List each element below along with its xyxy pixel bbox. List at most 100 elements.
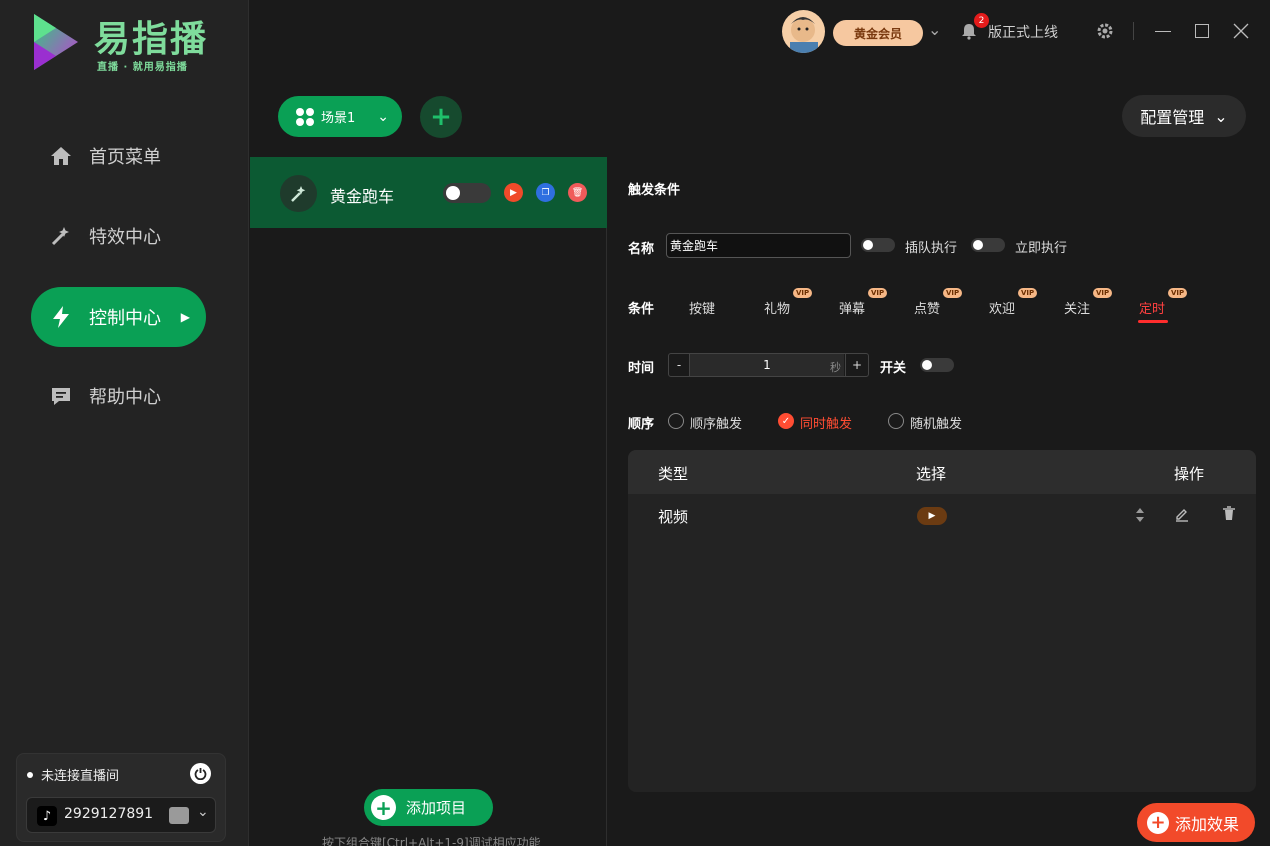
config-management-button[interactable]: 配置管理 ⌄ <box>1122 95 1246 137</box>
radio-label: 随机触发 <box>910 417 963 432</box>
tab-like[interactable]: 点赞 <box>914 298 940 317</box>
close-button[interactable] <box>1232 22 1250 40</box>
radio-sequential[interactable] <box>668 413 684 429</box>
tab-key[interactable]: 按键 <box>689 298 715 317</box>
plus-icon: + <box>371 795 396 820</box>
connection-panel: 未连接直播间 ♪ 2929127891 ⌄ <box>16 753 226 842</box>
magic-wand-icon <box>280 175 317 212</box>
member-badge[interactable]: 黄金会员 <box>833 20 923 46</box>
radio-label: 同时触发 <box>800 417 853 432</box>
time-label: 时间 <box>628 361 655 376</box>
sort-icon[interactable] <box>1134 506 1146 528</box>
plus-icon: + <box>1147 811 1169 834</box>
immediate-label: 立即执行 <box>1015 241 1068 256</box>
gear-icon[interactable] <box>1096 22 1114 40</box>
sidebar-item-effects[interactable]: 特效中心 <box>31 206 206 266</box>
queue-toggle[interactable] <box>861 238 895 252</box>
sidebar-item-label: 控制中心 <box>89 308 161 329</box>
power-icon <box>194 768 207 780</box>
tab-gift[interactable]: 礼物 <box>764 298 790 317</box>
maximize-button[interactable] <box>1195 24 1209 38</box>
add-item-button[interactable]: + 添加项目 <box>364 789 493 826</box>
name-label: 名称 <box>628 242 655 257</box>
switch-label: 开关 <box>880 361 907 376</box>
magic-wand-icon <box>49 224 73 248</box>
sidebar-item-label: 特效中心 <box>89 227 161 248</box>
scene-label: 场景1 <box>321 111 356 126</box>
trash-icon[interactable] <box>1221 505 1237 525</box>
tab-timer[interactable]: 定时 <box>1139 298 1165 317</box>
account-id: 2929127891 <box>64 806 154 822</box>
chevron-down-icon[interactable]: ⌄ <box>928 20 941 39</box>
sidebar-item-home[interactable]: 首页菜单 <box>31 126 206 186</box>
tab-welcome[interactable]: 欢迎 <box>989 298 1015 317</box>
minimize-button[interactable] <box>1155 31 1171 32</box>
time-input[interactable]: 1 <box>690 354 844 376</box>
chevron-down-icon: ⌄ <box>197 804 209 820</box>
vip-tag: VIP <box>793 288 813 298</box>
add-effect-button[interactable]: + 添加效果 <box>1137 803 1255 842</box>
close-icon <box>1233 23 1249 39</box>
avatar[interactable] <box>782 10 825 53</box>
sidebar-item-label: 帮助中心 <box>89 387 161 408</box>
column-header: 选择 <box>916 465 947 483</box>
item-enable-toggle[interactable] <box>443 183 491 203</box>
effects-table: 类型 选择 操作 视频 ▶ <box>628 450 1256 792</box>
chevron-down-icon: ⌄ <box>1214 106 1228 126</box>
sidebar: 易指播 直播 · 就用易指播 首页菜单 特效中心 控制中心 ▶ 帮助中心 未连接… <box>0 0 249 846</box>
divider <box>1133 22 1134 40</box>
home-icon <box>49 144 73 168</box>
immediate-toggle[interactable] <box>971 238 1005 252</box>
row-type: 视频 <box>658 508 689 526</box>
decrement-button[interactable]: - <box>669 354 690 376</box>
increment-button[interactable]: + <box>845 354 868 376</box>
radio-simultaneous[interactable]: ✓ <box>778 413 794 429</box>
video-thumbnail-icon[interactable]: ▶ <box>917 507 947 525</box>
add-effect-label: 添加效果 <box>1175 814 1240 834</box>
radio-random[interactable] <box>888 413 904 429</box>
id-card-icon <box>169 807 189 824</box>
scene-dropdown[interactable]: 场景1 ⌄ <box>278 96 402 137</box>
time-unit: 秒 <box>830 361 841 374</box>
time-stepper: - 1 秒 + <box>668 353 869 377</box>
chevron-right-icon: ▶ <box>180 310 190 324</box>
logo-icon <box>30 12 82 72</box>
account-selector[interactable]: ♪ 2929127891 ⌄ <box>26 797 216 833</box>
sidebar-item-help[interactable]: 帮助中心 <box>31 366 206 426</box>
notice-text[interactable]: 版正式上线 <box>988 22 1058 42</box>
vip-tag: VIP <box>943 288 963 298</box>
item-name: 黄金跑车 <box>330 187 395 206</box>
logo-text: 易指播 <box>94 19 209 60</box>
timer-switch-toggle[interactable] <box>920 358 954 372</box>
name-input[interactable] <box>666 233 851 258</box>
vip-tag: VIP <box>1018 288 1038 298</box>
plus-icon: + <box>430 102 452 132</box>
column-header: 操作 <box>1174 465 1205 483</box>
sidebar-item-control[interactable]: 控制中心 ▶ <box>31 287 206 347</box>
column-header: 类型 <box>658 465 689 483</box>
tab-danmaku[interactable]: 弹幕 <box>839 298 865 317</box>
add-item-label: 添加项目 <box>406 799 467 817</box>
notification-count: 2 <box>974 13 989 28</box>
radio-label: 顺序触发 <box>690 417 743 432</box>
play-button[interactable]: ▶ <box>504 183 523 202</box>
power-button[interactable] <box>190 763 211 784</box>
sidebar-item-label: 首页菜单 <box>89 147 161 168</box>
status-dot <box>27 772 33 778</box>
add-scene-button[interactable]: + <box>420 96 462 138</box>
section-title: 触发条件 <box>628 183 681 198</box>
delete-item-button[interactable]: 🗑 <box>568 183 587 202</box>
vip-tag: VIP <box>1168 288 1188 298</box>
copy-button[interactable]: ❐ <box>536 183 555 202</box>
active-tab-indicator <box>1138 320 1168 323</box>
grid-icon <box>296 107 314 126</box>
tab-follow[interactable]: 关注 <box>1064 298 1090 317</box>
chat-icon <box>49 384 73 408</box>
order-label: 顺序 <box>628 417 655 432</box>
edit-icon[interactable] <box>1174 506 1190 526</box>
logo-slogan: 直播 · 就用易指播 <box>97 62 188 73</box>
chevron-down-icon: ⌄ <box>377 108 389 125</box>
list-item[interactable]: 黄金跑车 ▶ ❐ 🗑 <box>250 157 607 228</box>
shortcut-hint: 按下组合键[Ctrl+Alt+1-9]调试相应功能 <box>322 836 541 846</box>
lightning-icon <box>49 305 73 329</box>
